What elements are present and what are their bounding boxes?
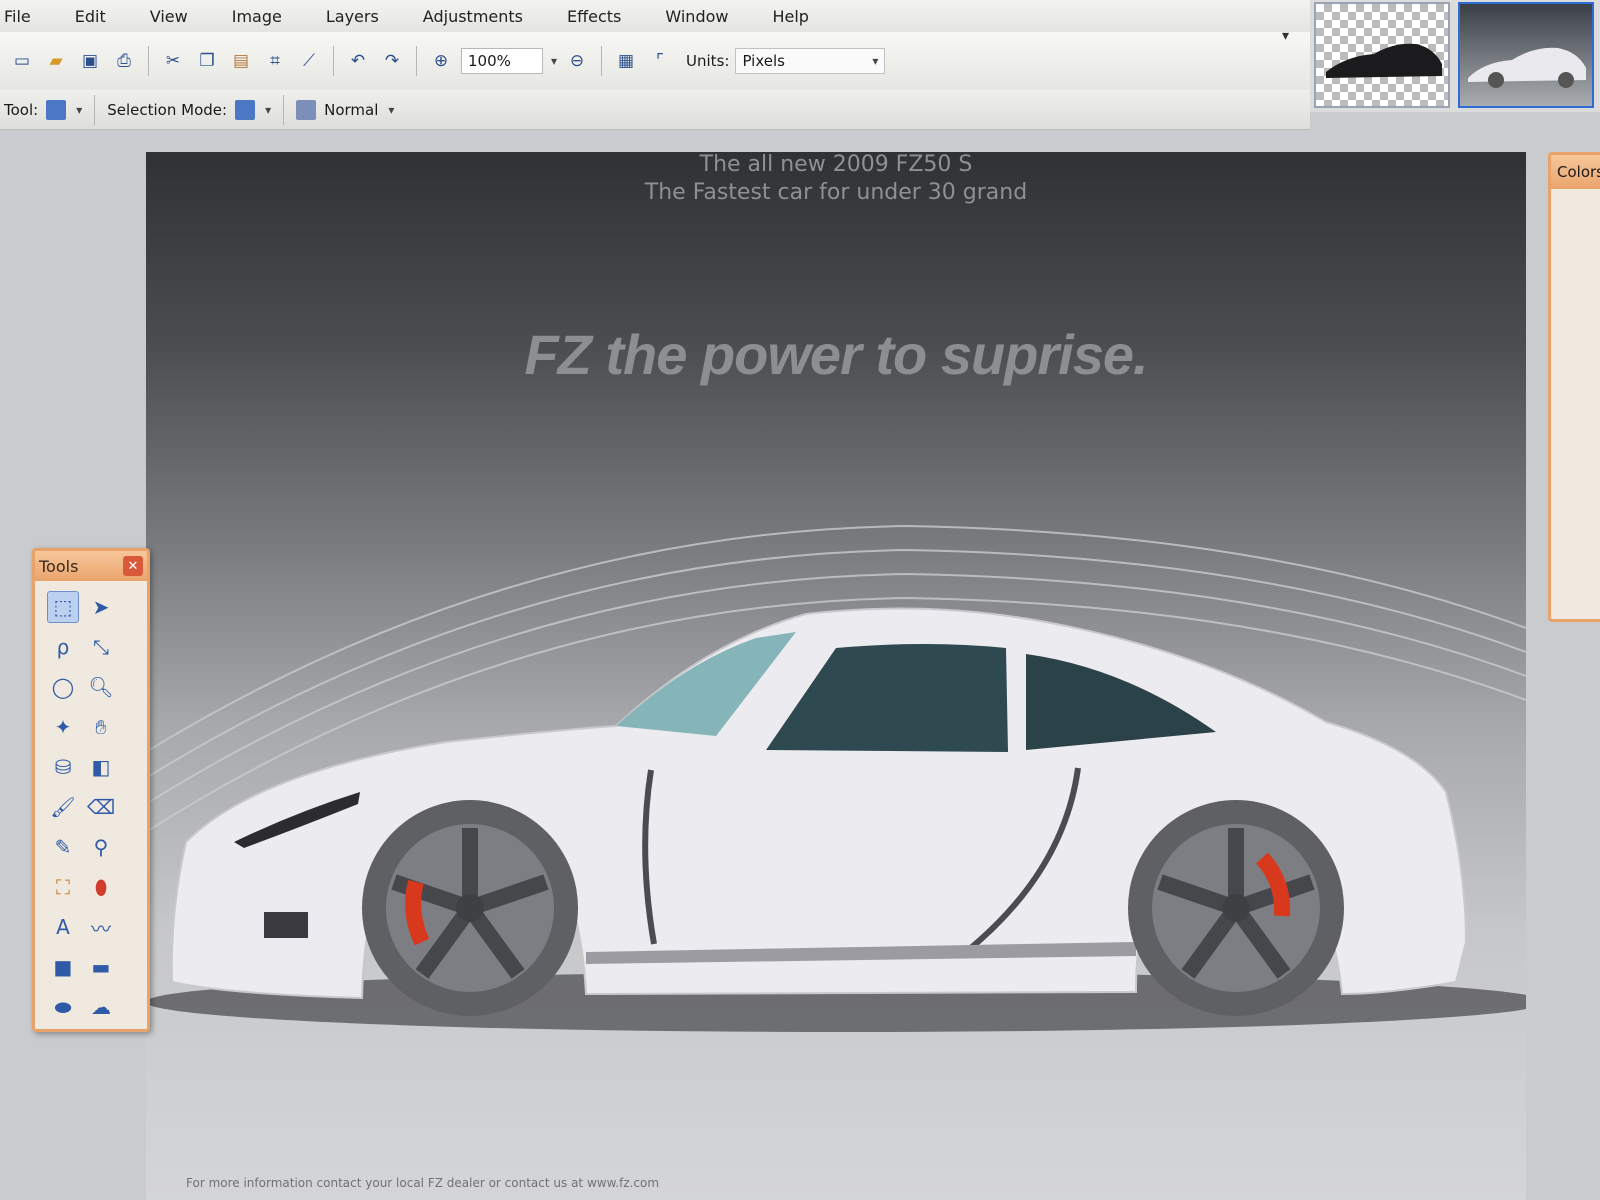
menu-effects[interactable]: Effects — [545, 7, 643, 26]
car-front-intake — [264, 912, 308, 938]
main-toolbar: ▭ ▰ ▣ ⎙ ✂ ❐ ▤ ⌗ ⟋ ↶ ↷ ⊕ 100% ▾ ⊖ ▦ ⌜ Uni… — [0, 32, 1310, 90]
clone-stamp-icon[interactable]: ⛶ — [47, 871, 79, 903]
paint-bucket-icon[interactable]: ⛁ — [47, 751, 79, 783]
selection-mode-icon[interactable] — [235, 99, 256, 120]
image-canvas[interactable]: The all new 2009 FZ50 S The Fastest car … — [146, 152, 1526, 1200]
grid-icon[interactable]: ▦ — [612, 47, 640, 75]
zoom-out-icon[interactable]: ⊖ — [563, 47, 591, 75]
selection-mode-label: Selection Mode: — [107, 100, 228, 119]
chevron-down-icon[interactable]: ▾ — [265, 103, 271, 117]
chevron-down-icon[interactable]: ▾ — [388, 103, 394, 117]
rectangle-select-icon[interactable]: ⬚ — [47, 591, 79, 623]
tools-title: Tools — [39, 556, 79, 576]
cut-icon[interactable]: ✂ — [159, 47, 187, 75]
paste-icon[interactable]: ▤ — [227, 47, 255, 75]
menu-window[interactable]: Window — [643, 7, 750, 26]
toolbar-separator — [94, 94, 96, 125]
image-thumbnail-2[interactable] — [1458, 2, 1594, 108]
undo-icon[interactable]: ↶ — [344, 47, 372, 75]
lasso-select-icon[interactable]: ρ — [47, 631, 79, 663]
rectangle-icon[interactable]: ■ — [47, 951, 79, 983]
freeform-shape-icon[interactable]: ☁ — [85, 991, 117, 1023]
eraser-icon[interactable]: ⌫ — [85, 791, 117, 823]
print-icon[interactable]: ⎙ — [110, 47, 138, 75]
blend-mode-value[interactable]: Normal — [324, 101, 378, 119]
tool-options-bar: Tool: ▾ Selection Mode: ▾ Normal ▾ — [0, 90, 1310, 130]
front-wheel — [362, 800, 578, 1016]
units-label: Units: — [686, 52, 730, 70]
image-thumbnail-1[interactable] — [1314, 2, 1450, 108]
menu-view[interactable]: View — [128, 7, 210, 26]
ellipse-icon[interactable]: ⬬ — [47, 991, 79, 1023]
toolbar-separator — [148, 46, 149, 76]
zoom-in-icon[interactable]: ⊕ — [427, 47, 455, 75]
chevron-down-icon: ▾ — [872, 54, 879, 68]
chevron-down-icon[interactable]: ▾ — [76, 103, 82, 117]
pencil-icon[interactable]: ✎ — [47, 831, 79, 863]
menu-layers[interactable]: Layers — [304, 7, 401, 26]
ellipse-select-icon[interactable]: ◯ — [47, 671, 79, 703]
units-select[interactable]: Pixels ▾ — [735, 48, 886, 74]
text-icon[interactable]: A — [47, 911, 79, 943]
zoom-level-field[interactable]: 100% — [461, 48, 543, 74]
tools-grid: ⬚ ➤ ρ ⤡ ◯ 🔍︎ ✦ ✋︎ ⛁ ◧ 🖌︎ ⌫ ✎ ⚲ ⛶ ⬮ A 〰 ■… — [35, 581, 147, 1039]
paintbrush-icon[interactable]: 🖌︎ — [47, 791, 79, 823]
toolbar-separator — [333, 46, 334, 76]
crop-icon[interactable]: ⌗ — [261, 47, 289, 75]
image-list-dropdown-icon[interactable]: ▾ — [1282, 28, 1289, 44]
footer-note: For more information contact your local … — [186, 1176, 660, 1190]
toolbar-separator — [416, 46, 417, 76]
close-icon[interactable]: ✕ — [123, 556, 143, 576]
colors-window-title[interactable]: Colors — [1551, 155, 1600, 189]
current-tool-icon[interactable] — [46, 99, 67, 120]
ruler-icon[interactable]: ⌜ — [646, 47, 674, 75]
zoom-dropdown-icon[interactable]: ▾ — [551, 54, 557, 68]
colors-window: Colors — [1548, 152, 1600, 622]
menu-help[interactable]: Help — [750, 7, 830, 26]
menu-file[interactable]: File — [0, 7, 53, 26]
thumbnail-car-silhouette — [1326, 43, 1442, 78]
toolbar-separator — [601, 46, 603, 76]
menu-adjustments[interactable]: Adjustments — [401, 7, 545, 26]
pan-hand-icon[interactable]: ✋︎ — [85, 711, 117, 743]
move-selection-icon[interactable]: ➤ — [85, 591, 117, 623]
tools-titlebar[interactable]: Tools ✕ — [35, 551, 147, 581]
open-folder-icon[interactable]: ▰ — [42, 47, 70, 75]
rounded-rectangle-icon[interactable]: ▬ — [85, 951, 117, 983]
menu-edit[interactable]: Edit — [53, 7, 128, 26]
rear-wheel — [1128, 800, 1344, 1016]
recolor-icon[interactable]: ⬮ — [85, 871, 117, 903]
image-thumbnails — [1310, 0, 1600, 112]
zoom-icon[interactable]: 🔍︎ — [85, 671, 117, 703]
deselect-icon[interactable]: ⟋ — [295, 47, 323, 75]
copy-icon[interactable]: ❐ — [193, 47, 221, 75]
menu-image[interactable]: Image — [210, 7, 304, 26]
redo-icon[interactable]: ↷ — [378, 47, 406, 75]
tools-window: Tools ✕ ⬚ ➤ ρ ⤡ ◯ 🔍︎ ✦ ✋︎ ⛁ ◧ 🖌︎ ⌫ ✎ ⚲ ⛶… — [32, 548, 150, 1032]
blend-mode-icon[interactable] — [296, 99, 317, 120]
tool-label: Tool: — [4, 100, 39, 119]
color-picker-icon[interactable]: ⚲ — [85, 831, 117, 863]
magic-wand-icon[interactable]: ✦ — [47, 711, 79, 743]
save-icon[interactable]: ▣ — [76, 47, 104, 75]
units-value: Pixels — [742, 52, 785, 70]
thumbnail-car-image — [1468, 47, 1586, 88]
gradient-icon[interactable]: ◧ — [85, 751, 117, 783]
line-curve-icon[interactable]: 〰 — [85, 911, 117, 943]
car-illustration — [146, 524, 1526, 1032]
new-file-icon[interactable]: ▭ — [8, 47, 36, 75]
toolbar-separator — [283, 94, 285, 125]
move-selection-alt-icon[interactable]: ⤡ — [85, 631, 117, 663]
